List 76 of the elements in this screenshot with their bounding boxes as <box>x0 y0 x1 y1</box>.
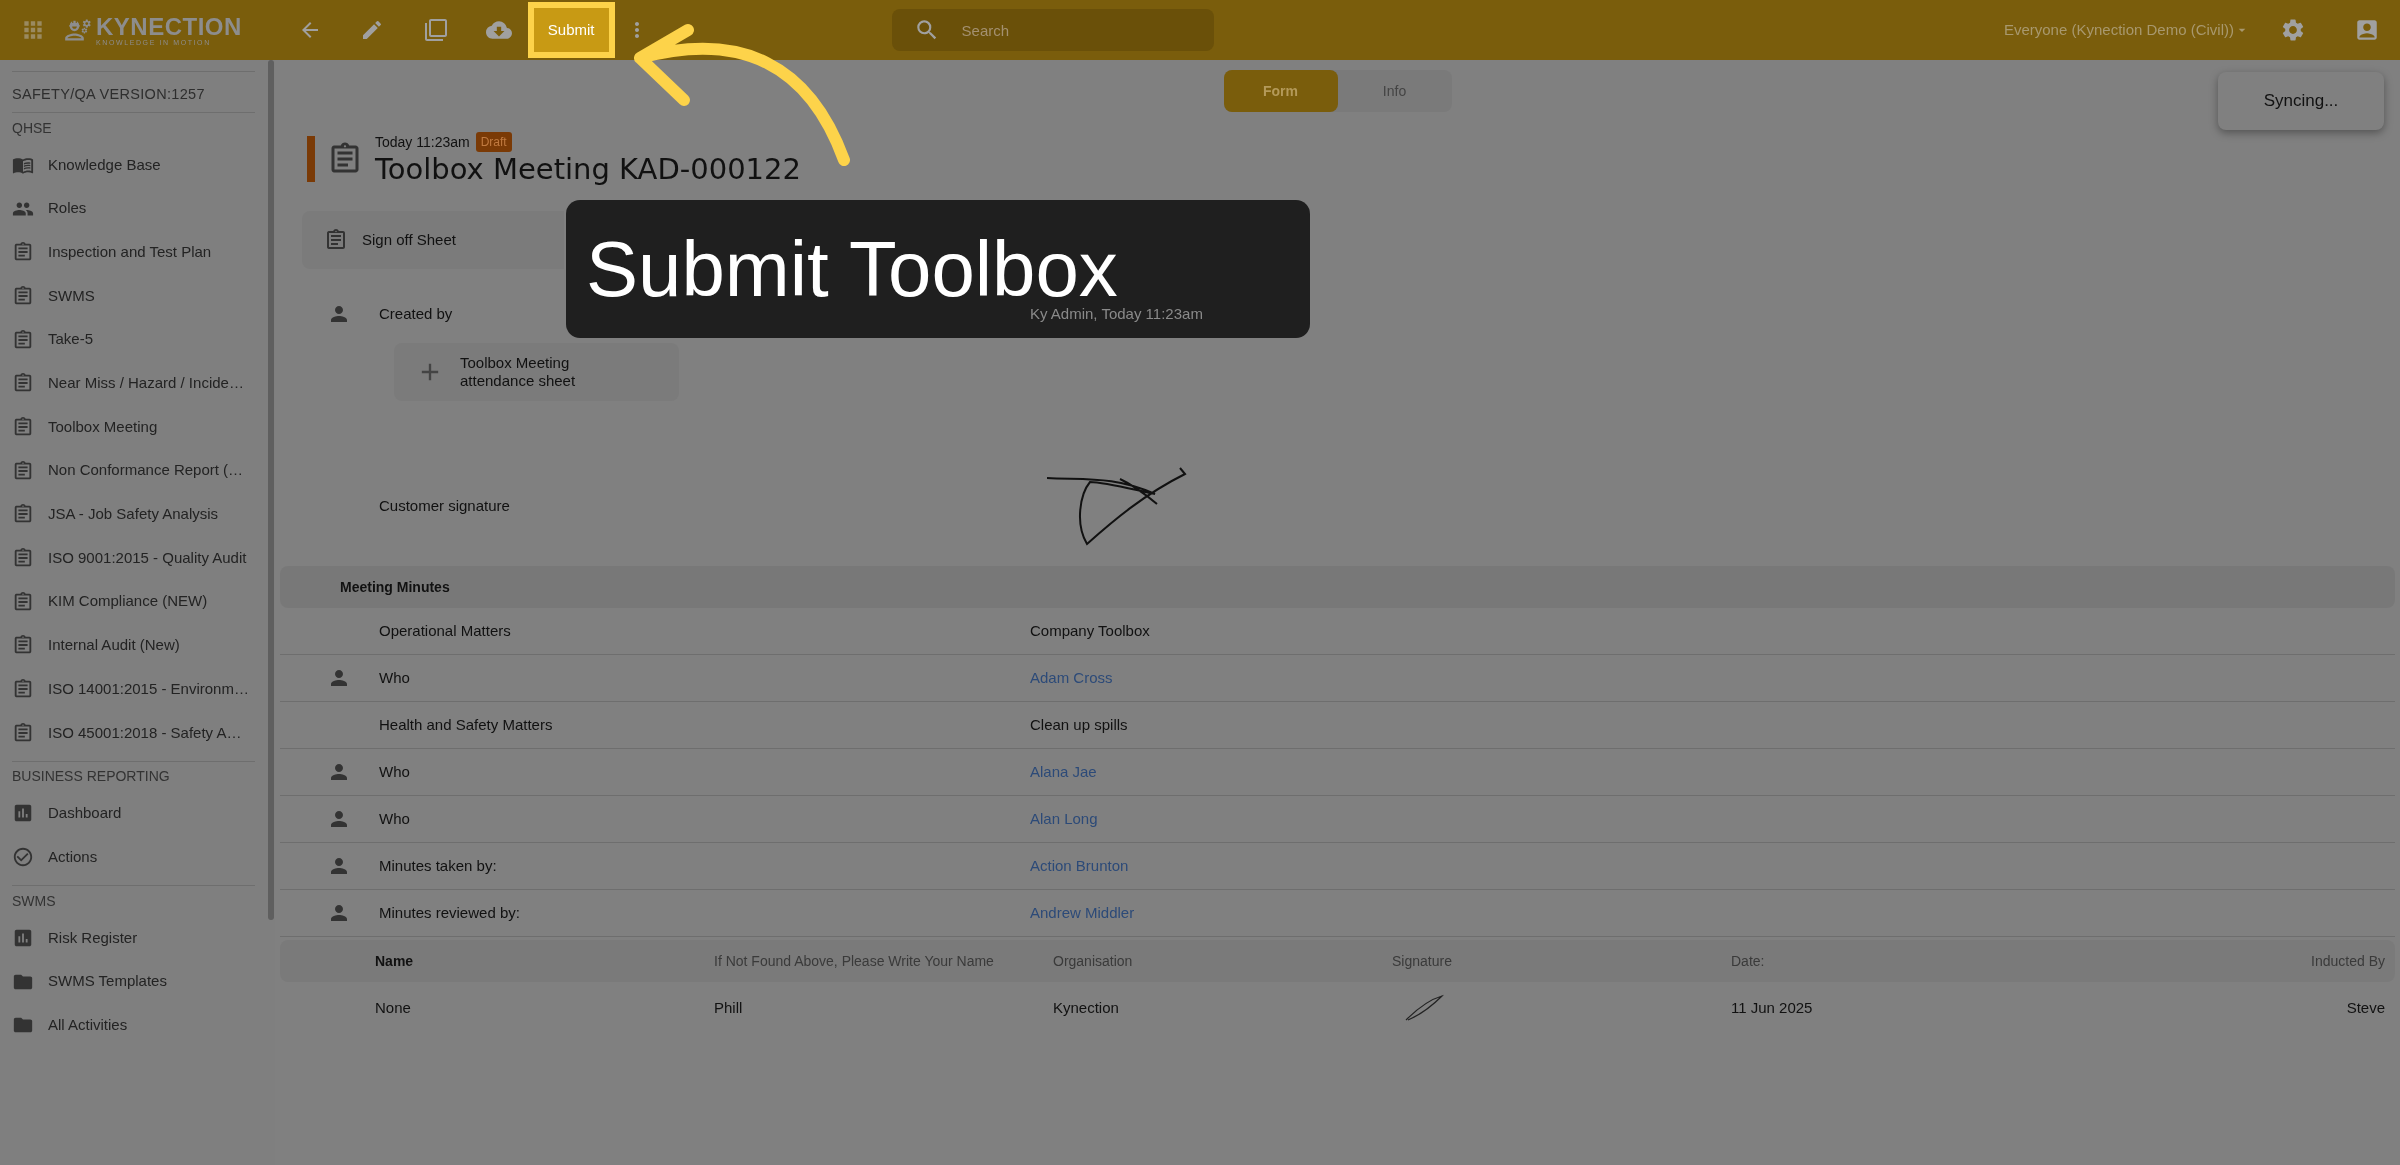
clipboard-icon <box>12 721 34 744</box>
version-label: SAFETY/QA VERSION:1257 <box>12 86 205 102</box>
logo-name: KYNECTION <box>96 14 242 39</box>
status-badge: Draft <box>475 132 512 152</box>
section-heading: QHSE <box>12 118 52 138</box>
column-header: Inducted By <box>2310 951 2385 971</box>
copy-icon[interactable] <box>423 18 448 42</box>
account-icon[interactable] <box>2354 17 2380 43</box>
field-label: Customer signature <box>379 495 511 516</box>
sidebar-item[interactable]: ISO 9001:2015 - Quality Audit <box>12 536 255 580</box>
column-header: Signature <box>1392 951 1453 971</box>
section-heading: SWMS <box>12 891 56 911</box>
signature-drawing <box>1404 994 1444 1022</box>
record-timestamp: Today 11:23am <box>375 135 470 149</box>
field-label: Created by <box>379 303 454 324</box>
sidebar-item[interactable]: Risk Register <box>12 916 255 960</box>
clipboard-icon <box>324 228 348 252</box>
sidebar-item[interactable]: Actions <box>12 835 255 879</box>
field-label: Who <box>379 808 411 829</box>
field-label: Minutes taken by: <box>379 855 498 876</box>
field-label: Health and Safety Matters <box>379 714 554 735</box>
person-link[interactable]: Andrew Middler <box>1030 901 1135 925</box>
person-link[interactable]: Alan Long <box>1030 807 1098 831</box>
table-cell-text: Kynection <box>1053 997 1120 1018</box>
table-cell-text: Phill <box>714 997 744 1018</box>
section-title: Meeting Minutes <box>340 577 450 597</box>
section-heading: BUSINESS REPORTING <box>12 767 170 787</box>
scrollbar-thumb[interactable] <box>268 60 274 920</box>
clipboard-icon <box>12 415 34 438</box>
column-header: If Not Found Above, Please Write Your Name <box>714 951 995 971</box>
column-header: Organisation <box>1053 951 1134 971</box>
field-value: Company Toolbox <box>1030 620 1150 641</box>
column-header: Date: <box>1731 951 1766 971</box>
sidebar-item[interactable]: Inspection and Test Plan <box>12 230 255 275</box>
workspace-selector[interactable]: Everyone (Kynection Demo (Civil)) <box>2003 18 2250 42</box>
sidebar-item[interactable]: Near Miss / Hazard / Incide… <box>12 361 255 406</box>
field-value: Clean up spills <box>1030 714 1128 735</box>
sidebar-item[interactable]: Roles <box>12 186 255 231</box>
record-title: Toolbox Meeting KAD-000122 <box>375 152 801 186</box>
field-label: Operational Matters <box>379 620 512 641</box>
sidebar-item[interactable]: Take-5 <box>12 317 255 362</box>
settings-icon[interactable] <box>2280 17 2306 43</box>
clipboard-icon <box>12 284 34 307</box>
sidebar-item[interactable]: JSA - Job Safety Analysis <box>12 492 255 537</box>
search-field[interactable]: Search <box>891 9 1214 51</box>
field-label: Who <box>379 667 411 688</box>
sidebar-item[interactable]: Dashboard <box>12 791 255 836</box>
clipboard-icon <box>12 328 34 351</box>
sidebar-item[interactable]: ISO 14001:2015 - Environm… <box>12 667 255 711</box>
accent-bar <box>307 136 315 182</box>
clipboard-icon <box>12 590 34 613</box>
table-cell-text: 11 Jun 2025 <box>1731 997 1814 1018</box>
sidebar-item[interactable]: Knowledge Base <box>12 143 255 187</box>
sidebar-item[interactable]: Non Conformance Report (… <box>12 448 255 493</box>
submit-button[interactable]: Submit <box>527 2 615 58</box>
field-label: Minutes reviewed by: <box>379 902 521 923</box>
clipboard-icon <box>12 459 34 482</box>
column-header: Name <box>375 951 415 971</box>
sign-off-label: Sign off Sheet <box>362 229 456 250</box>
sync-status: Syncing... <box>2263 90 2339 113</box>
view-tab[interactable]: Form <box>1223 70 1338 112</box>
sidebar-item[interactable]: SWMS <box>12 274 255 318</box>
sign-off-card[interactable]: Sign off Sheet <box>302 211 564 269</box>
table-cell-text: Steve <box>2345 997 2385 1018</box>
sidebar-item[interactable]: KIM Compliance (NEW) <box>12 579 255 624</box>
table-cell-text: None <box>375 997 412 1018</box>
person-link[interactable]: Alana Jae <box>1030 760 1097 784</box>
sidebar-item[interactable]: All Activities <box>12 1003 255 1048</box>
sidebar-item[interactable]: ISO 45001:2018 - Safety A… <box>12 710 255 755</box>
add-attendance-button[interactable]: Toolbox Meeting attendance sheet <box>394 343 679 401</box>
person-link[interactable]: Adam Cross <box>1030 666 1113 690</box>
sidebar-item[interactable]: Internal Audit (New) <box>12 623 255 668</box>
person-link[interactable]: Action Brunton <box>1030 854 1129 878</box>
field-label: Who <box>379 761 411 782</box>
sidebar-item[interactable]: SWMS Templates <box>12 959 255 1004</box>
sidebar-item[interactable]: Toolbox Meeting <box>12 405 255 449</box>
